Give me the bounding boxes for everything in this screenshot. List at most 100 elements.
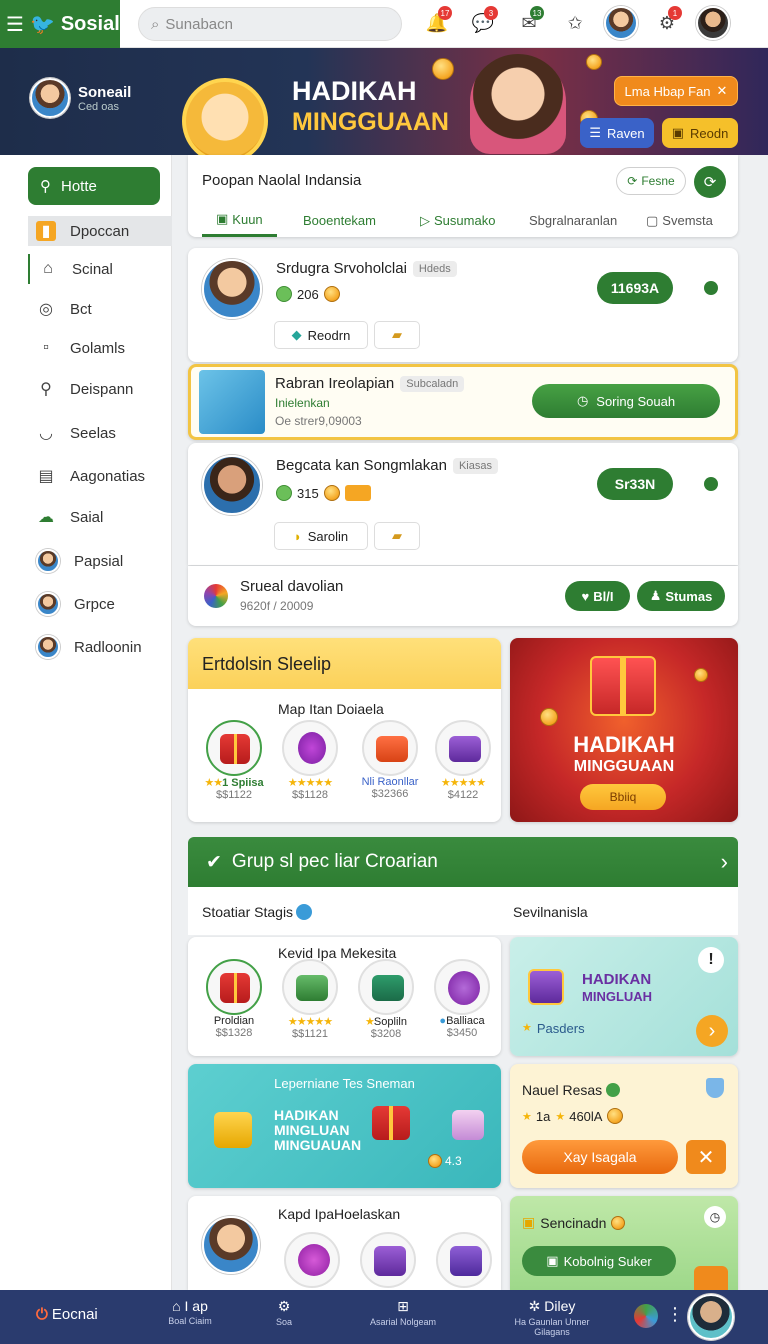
sidebar-item-grpce[interactable]: Grpce bbox=[28, 589, 172, 619]
tab-susumako[interactable]: ▷ Susumako bbox=[420, 204, 495, 237]
group-banner[interactable]: ✔ Grup sl pec liar Croarian › bbox=[188, 837, 738, 887]
flower-thumb[interactable] bbox=[284, 1232, 340, 1288]
tab-kuun[interactable]: ▣ Kuun bbox=[202, 204, 277, 237]
tab-sbgralnaranlan[interactable]: Sbgralnaranlan bbox=[529, 204, 617, 237]
more-icon[interactable]: ⋮ bbox=[666, 1304, 684, 1325]
close-button[interactable]: ✕ bbox=[686, 1140, 726, 1174]
teal-promo-titles: HADIKAN MINGLUAN MINGUAUAN bbox=[274, 1107, 362, 1153]
filter-pill[interactable]: ⟳ Fesne bbox=[616, 167, 686, 195]
gift-item[interactable]: ★Sopliln $3208 bbox=[350, 959, 422, 1040]
gift-box-icon bbox=[374, 1246, 406, 1276]
hero-left-button[interactable]: ☰ Raven bbox=[580, 118, 654, 148]
bottom-nav-item-settings[interactable]: ⚙ Soa bbox=[264, 1298, 304, 1327]
gift-thumb bbox=[206, 959, 262, 1015]
gift-item[interactable]: ●Balliaca $3450 bbox=[426, 959, 498, 1039]
gift-thumb[interactable] bbox=[360, 1232, 416, 1288]
sidebar-item-dpoccan[interactable]: ▮ Dpoccan bbox=[28, 216, 172, 246]
hero-right-button[interactable]: ▣ Reodn bbox=[662, 118, 738, 148]
tab-svemsta[interactable]: ▢ Svemsta bbox=[646, 204, 713, 237]
notification-icon[interactable]: 🔔 17 bbox=[420, 6, 454, 40]
sidebar-item-saial[interactable]: ☁ Saial bbox=[28, 502, 172, 532]
row-title: Srueal davolian bbox=[240, 578, 344, 595]
sidebar-item-scinal[interactable]: ⌂ Scinal bbox=[28, 254, 172, 284]
search-icon: ⚲ bbox=[40, 381, 52, 398]
search-placeholder: Sunabacn bbox=[165, 15, 233, 33]
leaderboard-row[interactable]: Begcata kan Songmlakan Kiasas 315 Sr33N … bbox=[188, 443, 738, 565]
user-avatar[interactable] bbox=[696, 6, 730, 40]
teal-promo-card[interactable]: Leperniane Tes Sneman HADIKAN MINGLUAN M… bbox=[188, 1064, 501, 1188]
rewards-title: Nauel Resas bbox=[522, 1082, 621, 1098]
clock-icon[interactable]: ◷ bbox=[704, 1206, 726, 1228]
avatar bbox=[36, 592, 60, 616]
bottom-nav-item-diley[interactable]: ✲ Diley Ha Gaunlan Unner Gilagans bbox=[510, 1298, 594, 1337]
sidebar-item-bct[interactable]: ◎ Bct bbox=[28, 294, 172, 324]
mini-promo-card[interactable]: HADIKAN MINGLUAH ★ Pasders ! › bbox=[510, 937, 738, 1056]
menu-icon[interactable]: ☰ bbox=[6, 12, 24, 37]
row-cta-button[interactable]: ◷ Soring Souah bbox=[532, 384, 720, 418]
alert-icon[interactable]: ! bbox=[698, 947, 724, 973]
leaderboard-row[interactable]: Srueal davolian 9620f / 20009 ♥ Bl/I ♟ Stu… bbox=[188, 566, 738, 626]
hero-cta-button[interactable]: Lma Hbap Fan ✕ bbox=[614, 76, 738, 106]
mascot-illustration bbox=[182, 78, 268, 155]
gift-item-price: $$1328 bbox=[215, 1027, 253, 1039]
gift-item[interactable]: Nli Raonllar $32366 bbox=[350, 720, 430, 800]
chevron-icon[interactable] bbox=[694, 1266, 728, 1290]
gift-thumb[interactable] bbox=[436, 1232, 492, 1288]
rating-stars: ★★★★★ bbox=[287, 1016, 333, 1028]
profile-avatar[interactable] bbox=[604, 6, 638, 40]
brand-logo[interactable]: ☰ 🐦 Sosial bbox=[0, 0, 120, 48]
coin-icon bbox=[323, 286, 340, 302]
house-icon: ⌂ bbox=[172, 1298, 181, 1314]
gift-item[interactable]: Proldian $$1328 bbox=[198, 959, 270, 1039]
sidebar-item-deispann[interactable]: ⚲ Deispann bbox=[28, 374, 172, 404]
sidebar-item-papsial[interactable]: Papsial bbox=[28, 546, 172, 576]
rewards-button[interactable]: Xay Isagala bbox=[522, 1140, 678, 1174]
sync-button[interactable]: ⟳ bbox=[694, 166, 726, 198]
bottom-nav-item-home[interactable]: ⌂ I ap Boal Ciaim bbox=[160, 1298, 220, 1326]
promo-button[interactable]: Bbiiq bbox=[580, 784, 666, 810]
gift-thumb bbox=[362, 720, 418, 776]
message-icon[interactable]: 💬 3 bbox=[466, 6, 500, 40]
hero-profile[interactable]: Soneail Ced oas bbox=[30, 78, 131, 118]
tab-booentekam[interactable]: Booentekam bbox=[303, 204, 376, 237]
bottom-reward-card: ▣ Sencinadn ◷ ▣ Kobolnig Suker bbox=[510, 1196, 738, 1290]
chevron-right-icon[interactable]: › bbox=[721, 849, 728, 875]
coin-icon bbox=[428, 1154, 442, 1168]
chest-button[interactable]: ▰ bbox=[374, 522, 420, 550]
sidebar-item-seelas[interactable]: ◡ Seelas bbox=[28, 418, 172, 448]
sidebar-item-aagonatias[interactable]: ▤ Aagonatias bbox=[28, 461, 172, 491]
group-left-label: Stoatiar Stagis bbox=[202, 904, 313, 920]
bottom-reward-button[interactable]: ▣ Kobolnig Suker bbox=[522, 1246, 676, 1276]
chest-button[interactable]: ▰ bbox=[374, 321, 420, 349]
leaderboard-row[interactable]: Srdugra Srvoholclai Hdeds 206 11693A ◆ Re… bbox=[188, 248, 738, 362]
user-avatar[interactable] bbox=[688, 1294, 734, 1340]
coin-icon bbox=[432, 58, 454, 80]
mini-promo-link[interactable]: ★ Pasders bbox=[522, 1021, 585, 1036]
avatar bbox=[36, 549, 60, 573]
gift-item[interactable]: ★★1 Spiisa $$1122 bbox=[198, 720, 270, 801]
row-button-2[interactable]: ♟ Stumas bbox=[637, 581, 725, 611]
leaderboard-row-highlighted[interactable]: Rabran Ireolapian Subcaladn Inielenkan O… bbox=[188, 364, 738, 440]
sidebar-item-radloonin[interactable]: Radloonin bbox=[28, 632, 172, 662]
bottom-nav-item-grid[interactable]: ⊞ Asarial Nolgeam bbox=[358, 1298, 448, 1327]
chat-icon[interactable]: ✉ 13 bbox=[512, 6, 546, 40]
row-button-1[interactable]: ♥ Bl/I bbox=[565, 581, 630, 611]
bottom-brand[interactable]: ⏻ Eocnai bbox=[36, 1306, 98, 1323]
promo-card[interactable]: HADIKAH MINGGUAAN Bbiiq bbox=[510, 638, 738, 822]
gift-item[interactable]: ★★★★★ $4122 bbox=[428, 720, 498, 801]
sidebar-home-button[interactable]: ⚲ Hotte bbox=[28, 167, 160, 205]
badge-icon[interactable]: ✩ bbox=[558, 6, 592, 40]
row-action-button[interactable]: ◗ Sarolin bbox=[274, 522, 368, 550]
check-circle-icon: ✔ bbox=[206, 851, 222, 873]
gift-item[interactable]: ★★★★★ $$1128 bbox=[274, 720, 346, 801]
chevron-right-icon[interactable]: › bbox=[696, 1015, 728, 1047]
sidebar-item-golamls[interactable]: ▫ Golamls bbox=[28, 333, 172, 363]
row-title: Begcata kan Songmlakan Kiasas bbox=[276, 457, 498, 474]
settings-icon[interactable]: ⚙ 1 bbox=[650, 6, 684, 40]
globe-icon[interactable] bbox=[634, 1304, 658, 1328]
gift-item-price: $$1122 bbox=[216, 789, 252, 801]
gift-item[interactable]: ★★★★★ $$1121 bbox=[274, 959, 346, 1040]
rating-stars: ★★★★★ bbox=[440, 777, 486, 789]
row-action-button[interactable]: ◆ Reodrn bbox=[274, 321, 368, 349]
search-bar[interactable]: ⌕ Sunabacn bbox=[138, 7, 402, 41]
